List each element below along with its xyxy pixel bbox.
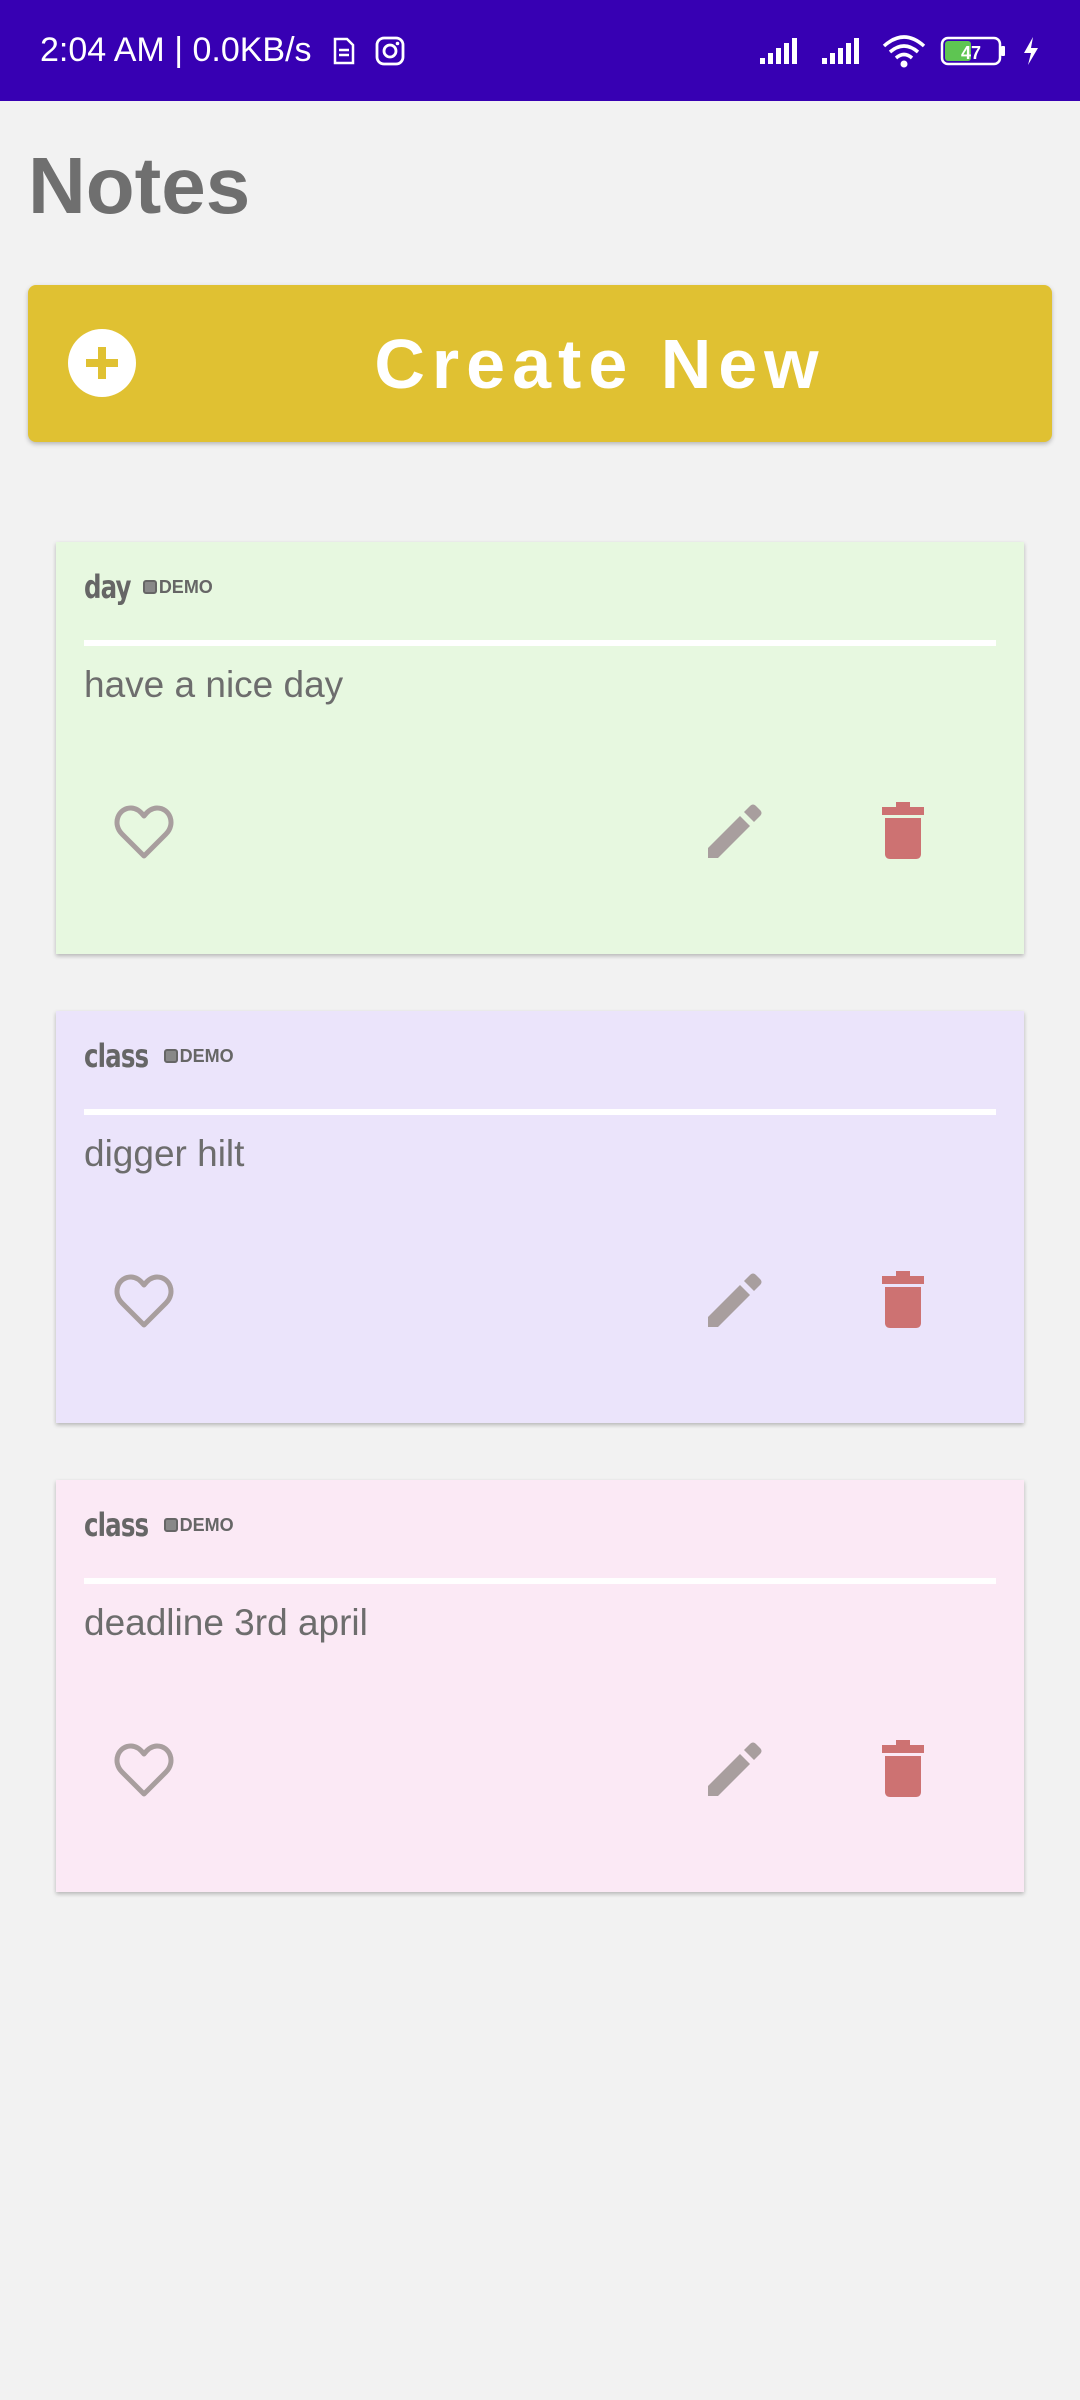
note-title: class: [84, 1037, 149, 1075]
note-body: digger hilt: [84, 1133, 245, 1174]
instagram-icon: [374, 35, 406, 67]
trash-icon[interactable]: [882, 802, 924, 860]
note-title: day: [84, 568, 131, 606]
status-left: 2:04 AM | 0.0KB/s: [40, 31, 406, 70]
demo-label: DEMO: [179, 1045, 234, 1066]
note-card[interactable]: class DEMO deadline 3rd april: [56, 1480, 1024, 1892]
demo-logo-icon: [142, 580, 157, 594]
trash-icon[interactable]: [882, 1740, 924, 1798]
note-body: deadline 3rd april: [84, 1602, 368, 1643]
note-body: have a nice day: [84, 664, 344, 705]
create-new-label: Create New: [374, 324, 826, 403]
heart-outline-icon[interactable]: [114, 1273, 174, 1329]
charging-icon: [1022, 36, 1040, 66]
demo-watermark: DEMO: [142, 576, 213, 598]
wifi-icon: [882, 34, 926, 68]
signal-icon: [758, 36, 806, 66]
plus-circle-icon: [68, 329, 136, 397]
demo-watermark: DEMO: [163, 1045, 234, 1067]
status-time-network: 2:04 AM | 0.0KB/s: [40, 31, 312, 69]
demo-logo-icon: [163, 1049, 178, 1063]
battery-icon: 47: [940, 35, 1008, 67]
demo-label: DEMO: [179, 1514, 234, 1535]
status-bar: 2:04 AM | 0.0KB/s 47: [0, 0, 1080, 101]
heart-outline-icon[interactable]: [114, 1742, 174, 1798]
note-divider: [84, 1109, 996, 1115]
heart-outline-icon[interactable]: [114, 804, 174, 860]
pencil-icon[interactable]: [704, 804, 762, 862]
note-divider: [84, 640, 996, 646]
trash-icon[interactable]: [882, 1271, 924, 1329]
sim-icon: [330, 36, 356, 66]
page-title: Notes: [28, 141, 251, 230]
note-card[interactable]: day DEMO have a nice day: [56, 542, 1024, 954]
note-title: class: [84, 1506, 149, 1544]
signal-icon: [820, 36, 868, 66]
pencil-icon[interactable]: [704, 1742, 762, 1800]
status-right: 47: [758, 34, 1040, 68]
demo-logo-icon: [163, 1518, 178, 1532]
battery-level: 47: [961, 43, 981, 63]
create-new-button[interactable]: Create New: [28, 285, 1052, 442]
pencil-icon[interactable]: [704, 1273, 762, 1331]
note-divider: [84, 1578, 996, 1584]
note-title-row: day DEMO: [84, 568, 213, 606]
demo-label: DEMO: [158, 576, 213, 597]
note-title-row: class DEMO: [84, 1506, 234, 1544]
demo-watermark: DEMO: [163, 1514, 234, 1536]
note-card[interactable]: class DEMO digger hilt: [56, 1011, 1024, 1423]
note-title-row: class DEMO: [84, 1037, 234, 1075]
